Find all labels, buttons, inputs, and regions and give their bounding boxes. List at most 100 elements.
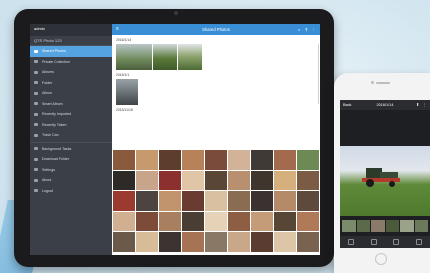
photo-thumbnail[interactable] (251, 150, 273, 170)
download-icon[interactable] (393, 239, 400, 245)
photo-thumbnail[interactable] (159, 232, 181, 252)
photo-thumbnail[interactable] (274, 170, 296, 190)
photo-thumbnail[interactable] (153, 44, 177, 70)
photo-thumbnail[interactable] (205, 232, 227, 252)
sidebar-item[interactable]: Private Collection (30, 57, 112, 68)
photo-thumbnail[interactable] (342, 220, 356, 232)
sidebar-item[interactable]: Folder (30, 78, 112, 89)
photo-thumbnail[interactable] (274, 191, 296, 211)
back-button[interactable]: Back (343, 100, 351, 110)
photo-thumbnail[interactable] (251, 211, 273, 231)
photo-grid (112, 150, 320, 255)
photo-thumbnail[interactable] (385, 220, 399, 232)
photo-thumbnail[interactable] (205, 191, 227, 211)
photo-thumbnail[interactable] (136, 232, 158, 252)
photo-thumbnail[interactable] (116, 79, 138, 105)
photo-thumbnail[interactable] (182, 191, 204, 211)
photo-thumbnail[interactable] (136, 191, 158, 211)
photo-thumbnail[interactable] (356, 220, 370, 232)
photo-thumbnail[interactable] (251, 232, 273, 252)
sidebar-item-label: About (42, 178, 52, 182)
photo-thumbnail[interactable] (178, 44, 202, 70)
share-icon[interactable] (348, 239, 355, 245)
photo-thumbnail[interactable] (205, 211, 227, 231)
nav-icon (34, 178, 38, 182)
sidebar-nav-bottom: Background Tasks Download Folder Settings A… (30, 144, 112, 197)
photo-thumbnail[interactable] (297, 232, 319, 252)
nav-icon (34, 168, 38, 171)
home-button[interactable] (375, 253, 387, 265)
photo-thumbnail[interactable] (371, 220, 385, 232)
delete-icon[interactable] (415, 239, 422, 245)
photo-thumbnail[interactable] (297, 191, 319, 211)
photo-thumbnail[interactable] (297, 170, 319, 190)
phone-top-bar: Back 2016/1/14 ⬆ ⋮ (340, 100, 430, 110)
nav-icon (34, 157, 38, 161)
nav-icon (34, 49, 38, 53)
sidebar-subheader[interactable]: QTS Photo 123 (30, 36, 112, 46)
photo-thumbnail[interactable] (159, 150, 181, 170)
photo-thumbnail[interactable] (159, 191, 181, 211)
sidebar-item[interactable]: Download Folder (30, 154, 112, 165)
thumbnail-strip (340, 220, 430, 232)
speaker-grille (376, 82, 390, 84)
photo-thumbnail[interactable] (113, 191, 135, 211)
toolbar-icons[interactable]: ⌕ ⬆ ⋮ (298, 24, 316, 35)
photo-thumbnail[interactable] (228, 211, 250, 231)
sidebar-item[interactable]: Recently Imported (30, 109, 112, 120)
photo-thumbnail[interactable] (182, 150, 204, 170)
scrollbar[interactable] (317, 44, 319, 104)
sidebar-item-label: Settings (42, 167, 55, 172)
date-header: 2016/1/14 (116, 38, 132, 42)
photo-thumbnail[interactable] (228, 170, 250, 190)
photo-thumbnail[interactable] (205, 170, 227, 190)
sidebar-item[interactable]: Logout (30, 186, 112, 197)
sidebar-item[interactable]: Albums (30, 67, 112, 78)
sidebar-nav: Shared Photos Private Collection Albums Fol… (30, 46, 112, 141)
phone-toolbar-icons[interactable]: ⬆ ⋮ (416, 100, 427, 110)
photo-thumbnail[interactable] (159, 211, 181, 231)
photo-thumbnail[interactable] (136, 150, 158, 170)
menu-icon[interactable]: ≡ (116, 24, 119, 35)
photo-thumbnail[interactable] (136, 211, 158, 231)
photo-thumbnail[interactable] (113, 232, 135, 252)
photo-thumbnail[interactable] (205, 150, 227, 170)
sidebar-item[interactable]: Album (30, 88, 112, 99)
sidebar-item[interactable]: Smart Album (30, 99, 112, 110)
photo-thumbnail[interactable] (400, 220, 414, 232)
photo-thumbnail[interactable] (274, 232, 296, 252)
photo-thumbnail[interactable] (136, 170, 158, 190)
photo-thumbnail[interactable] (113, 170, 135, 190)
info-icon[interactable] (370, 239, 377, 245)
photo-thumbnail[interactable] (113, 150, 135, 170)
photo-thumbnail[interactable] (414, 220, 428, 232)
photo-thumbnail[interactable] (182, 232, 204, 252)
sidebar-item[interactable]: Background Tasks (30, 144, 112, 155)
photo-thumbnail[interactable] (113, 211, 135, 231)
tractor-icon (362, 168, 400, 187)
sidebar-item-label: Recently Taken (42, 122, 67, 127)
photo-thumbnail[interactable] (182, 170, 204, 190)
photo-thumbnail[interactable] (297, 150, 319, 170)
sidebar-item[interactable]: Settings (30, 165, 112, 176)
nav-icon (34, 91, 38, 95)
photo-thumbnail[interactable] (274, 150, 296, 170)
sidebar-item[interactable]: Trash Can (30, 130, 112, 141)
photo-thumbnail[interactable] (182, 211, 204, 231)
photo-thumbnail[interactable] (159, 170, 181, 190)
phone-title: 2016/1/14 (376, 103, 394, 107)
photo-thumbnail[interactable] (251, 191, 273, 211)
photo-thumbnail[interactable] (251, 170, 273, 190)
photo-thumbnail[interactable] (228, 150, 250, 170)
photo-viewer[interactable] (340, 146, 430, 216)
nav-icon (34, 81, 38, 84)
photo-thumbnail[interactable] (228, 232, 250, 252)
sidebar-item[interactable]: Recently Taken (30, 120, 112, 131)
nav-icon (34, 147, 38, 150)
sidebar-item[interactable]: About (30, 175, 112, 186)
photo-thumbnail[interactable] (297, 211, 319, 231)
sidebar-item[interactable]: Shared Photos (30, 46, 112, 57)
photo-thumbnail[interactable] (116, 44, 152, 70)
photo-thumbnail[interactable] (228, 191, 250, 211)
photo-thumbnail[interactable] (274, 211, 296, 231)
